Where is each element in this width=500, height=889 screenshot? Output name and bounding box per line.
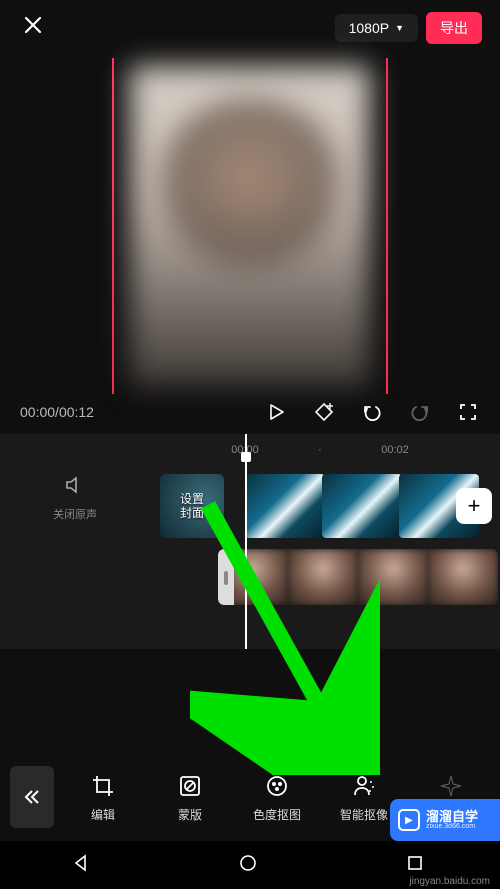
tool-smart-cutout[interactable]: 智能抠像 <box>329 772 399 823</box>
watermark-title: 溜溜自学 <box>426 810 478 823</box>
nav-home[interactable] <box>238 853 262 877</box>
video-preview[interactable] <box>0 56 500 396</box>
set-cover-button[interactable]: 设置 封面 <box>160 474 224 538</box>
video-track-2[interactable] <box>218 549 498 605</box>
undo-button[interactable] <box>360 400 384 424</box>
tool-label: 色度抠图 <box>253 806 301 823</box>
nav-back[interactable] <box>71 853 95 877</box>
video-track-1[interactable] <box>245 474 479 538</box>
close-button[interactable] <box>18 15 48 41</box>
timeline-ruler: 00:00 · 00:02 <box>0 442 500 450</box>
resolution-label: 1080P <box>349 20 389 36</box>
attribution-text: jingyan.baidu.com <box>409 876 490 887</box>
total-time: 00:12 <box>59 404 94 420</box>
tool-mask[interactable]: 蒙版 <box>155 772 225 823</box>
tool-chroma-key[interactable]: 色度抠图 <box>242 772 312 823</box>
crop-icon <box>89 772 117 800</box>
video-clip[interactable] <box>245 474 325 538</box>
nav-recent[interactable] <box>405 853 429 877</box>
sparkle-icon <box>437 772 465 800</box>
top-right-group: 1080P ▼ 导出 <box>335 12 482 44</box>
video-clip[interactable] <box>428 549 498 605</box>
chevron-double-left-icon <box>23 788 41 806</box>
video-clip[interactable] <box>358 549 428 605</box>
speaker-icon <box>0 474 150 501</box>
fullscreen-icon <box>459 403 477 421</box>
logo-play-icon: ▶ <box>398 809 420 831</box>
close-icon <box>23 15 43 35</box>
export-button[interactable]: 导出 <box>426 12 482 44</box>
timeline[interactable]: 00:00 · 00:02 关闭原声 设置 封面 + <box>0 434 500 649</box>
triangle-back-icon <box>71 853 91 873</box>
cover-label-line1: 设置 <box>180 492 204 506</box>
person-cutout-icon <box>350 772 378 800</box>
video-clip[interactable] <box>288 549 358 605</box>
video-clip[interactable] <box>218 549 288 605</box>
watermark-url: zixue.3d66.com <box>426 823 478 830</box>
watermark-logo: ▶ 溜溜自学 zixue.3d66.com <box>390 799 500 841</box>
video-clip[interactable] <box>322 474 402 538</box>
preview-frame <box>130 66 370 386</box>
fullscreen-button[interactable] <box>456 400 480 424</box>
keyframe-add-button[interactable] <box>312 400 336 424</box>
time-display: 00:00/00:12 <box>20 404 94 420</box>
redo-icon <box>410 402 430 422</box>
resolution-selector[interactable]: 1080P ▼ <box>335 14 418 42</box>
undo-icon <box>362 402 382 422</box>
chroma-icon <box>263 772 291 800</box>
tool-label: 智能抠像 <box>340 806 388 823</box>
keyframe-add-icon <box>313 401 335 423</box>
preview-image <box>130 66 370 386</box>
play-icon <box>267 403 285 421</box>
mute-label: 关闭原声 <box>53 509 97 521</box>
mask-icon <box>176 772 204 800</box>
ruler-tick: 00:02 <box>381 444 409 456</box>
tool-label: 蒙版 <box>178 806 202 823</box>
tool-crop[interactable]: 编辑 <box>68 772 138 823</box>
redo-button[interactable] <box>408 400 432 424</box>
top-bar: 1080P ▼ 导出 <box>0 0 500 56</box>
playback-bar: 00:00/00:12 <box>0 396 500 434</box>
chevron-down-icon: ▼ <box>395 23 404 33</box>
watermark-text: 溜溜自学 zixue.3d66.com <box>426 810 478 830</box>
playhead[interactable] <box>245 434 247 649</box>
play-button[interactable] <box>264 400 288 424</box>
playback-controls <box>264 400 480 424</box>
cover-label-line2: 封面 <box>180 506 204 520</box>
mute-original-audio[interactable]: 关闭原声 <box>0 474 150 523</box>
back-button[interactable] <box>10 766 54 828</box>
tool-label: 编辑 <box>91 806 115 823</box>
circle-home-icon <box>238 853 258 873</box>
current-time: 00:00 <box>20 404 55 420</box>
add-clip-button[interactable]: + <box>456 488 492 524</box>
ruler-dot: · <box>318 444 322 456</box>
square-recent-icon <box>405 853 425 873</box>
